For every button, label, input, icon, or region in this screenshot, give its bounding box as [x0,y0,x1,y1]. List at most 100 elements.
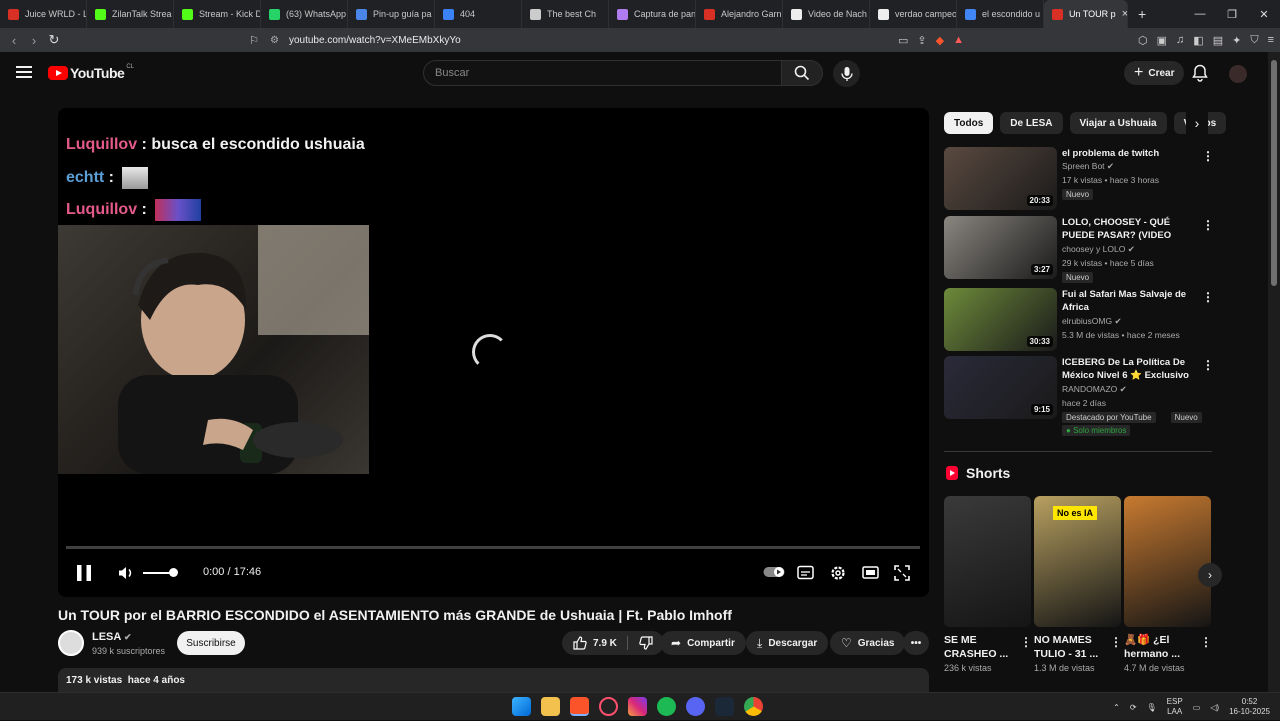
music-icon[interactable]: ♫ [1176,34,1184,46]
more-vert-icon[interactable]: ⋮ [1202,149,1214,163]
pause-button[interactable] [76,564,92,582]
new-tab-icon[interactable]: + [1128,6,1156,22]
browser-tab[interactable]: The best Ch [522,0,609,28]
wallet-icon[interactable]: ▤ [1213,34,1223,47]
search-input[interactable]: Buscar [423,60,782,86]
brave-shield-icon[interactable]: ◆ [936,34,944,47]
more-vert-icon[interactable]: ⋮ [1110,635,1122,649]
more-vert-icon[interactable]: ⋮ [1202,290,1214,304]
fullscreen-button[interactable] [894,565,910,581]
settings-button[interactable] [830,565,846,581]
search-button[interactable] [781,60,823,86]
recommended-video[interactable]: 30:33 Fui al Safari Mas Salvaje de Africa… [944,288,1214,352]
chrome-icon[interactable] [744,697,763,716]
guide-menu-icon[interactable] [16,66,32,81]
video-thumbnail[interactable]: 9:15 [944,356,1057,419]
brave-browser-icon[interactable] [570,697,589,716]
browser-tab[interactable]: (63) WhatsApp [261,0,348,28]
download-button[interactable]: ⤓ Descargar [746,631,829,655]
browser-tab[interactable]: Video de Nach [783,0,870,28]
filter-chip[interactable]: Todos [944,112,994,134]
steam-icon[interactable] [715,697,734,716]
restore-button[interactable]: ❐ [1216,0,1248,28]
theater-mode-button[interactable] [862,566,879,579]
url-field[interactable]: ⚙ youtube.com/watch?v=XMeEMbXkyYo [270,28,900,52]
recommended-video[interactable]: 9:15 ICEBERG De La Política De México Niv… [944,356,1214,436]
browser-tab[interactable]: Un TOUR p × [1044,0,1128,28]
spotify-icon[interactable] [657,697,676,716]
filter-chip[interactable]: Viajar a Ushuaia [1069,112,1167,134]
video-thumbnail[interactable]: 3:27 [944,216,1057,279]
extensions-icon[interactable]: ⬡ [1138,34,1148,47]
sidebar-icon[interactable]: ◧ [1193,34,1203,47]
browser-tab[interactable]: ZilanTalk Strea [87,0,174,28]
instagram-icon[interactable] [628,697,647,716]
browser-tab[interactable]: Pin-up guía pa [348,0,435,28]
more-vert-icon[interactable]: ⋮ [1202,358,1214,372]
more-actions-button[interactable]: ••• [903,631,929,655]
menu-icon[interactable]: ≡ [1268,34,1274,46]
mute-button[interactable] [118,565,134,581]
thanks-button[interactable]: ♡ Gracias [830,631,906,655]
microphone-tray-icon[interactable]: 🎙 [1147,703,1157,712]
channel-avatar[interactable] [58,630,84,656]
shorts-next-chevron-icon[interactable]: › [1198,563,1222,587]
short-item[interactable]: SE ME CRASHEO ... 236 k vistas ⋮ [944,496,1032,673]
more-vert-icon[interactable]: ⋮ [1200,635,1212,649]
close-window-button[interactable]: ✕ [1248,0,1280,28]
browser-tab[interactable]: Stream - Kick D [174,0,261,28]
input-language[interactable]: ESP LAA [1167,697,1183,717]
opera-gx-icon[interactable] [599,697,618,716]
leo-ai-icon[interactable]: ✦ [1232,34,1241,47]
video-player[interactable]: Luquillov : busca el escondido ushuaia e… [58,108,929,597]
brave-rewards-icon[interactable]: ▲ [953,34,964,46]
video-thumbnail[interactable]: 20:33 [944,147,1057,210]
tray-app-icon[interactable]: ⟳ [1130,703,1137,712]
video-progress-bar[interactable] [66,546,920,549]
browser-tab[interactable]: Captura de pan [609,0,696,28]
more-vert-icon[interactable]: ⋮ [1020,635,1032,649]
subscribe-button[interactable]: Suscribirse [177,631,245,655]
short-thumbnail[interactable] [1124,496,1211,627]
account-avatar[interactable] [1229,65,1247,83]
minimize-button[interactable]: — [1184,0,1216,28]
share-button[interactable]: ➦ Compartir [660,631,746,655]
share-page-icon[interactable]: ⇪ [917,34,926,47]
channel-name[interactable]: LESA ✔ [92,631,132,643]
reload-icon[interactable]: ↻ [44,32,64,48]
create-button[interactable]: + Crear [1124,61,1185,85]
network-icon[interactable]: ▭ [1193,703,1201,712]
file-explorer-icon[interactable] [541,697,560,716]
windows-start-icon[interactable] [512,697,531,716]
site-info-icon[interactable]: ⚙ [270,35,279,46]
clock[interactable]: 0:52 16-10-2025 [1229,697,1270,717]
recommended-video[interactable]: 20:33 el problema de twitch Spreen Bot ✔ 17… [944,147,1214,211]
browser-tab[interactable]: 404 [435,0,522,28]
recommended-video[interactable]: 3:27 LOLO, CHOOSEY - QUÉ PUEDE PASAR? (VI… [944,216,1214,283]
autoplay-toggle[interactable] [763,566,785,578]
youtube-logo[interactable]: YouTube CL [48,64,134,81]
browser-tab[interactable]: Alejandro Garn [696,0,783,28]
filter-chip[interactable]: De LESA [1000,112,1063,134]
description-box[interactable]: 173 k vistas hace 4 años [58,668,929,692]
short-item[interactable]: 🧸🎁 ¿El hermano ... 4.7 M de vistas ⋮ [1124,496,1212,673]
forward-icon[interactable]: › [24,33,44,48]
notifications-bell-icon[interactable] [1192,64,1208,87]
video-thumbnail[interactable]: 30:33 [944,288,1057,351]
scrollbar-thumb[interactable] [1271,60,1277,286]
chips-next-chevron-icon[interactable]: › [1186,112,1208,134]
bookmark-icon[interactable]: ⚐ [244,34,264,47]
voice-search-button[interactable] [833,60,860,87]
browser-tab[interactable]: el escondido u [957,0,1044,28]
screenshot-icon[interactable]: ▣ [1157,34,1167,47]
speaker-icon[interactable]: ◁) [1210,703,1219,712]
short-item[interactable]: No es IA NO MAMES TULIO - 31 ... 1.3 M de … [1034,496,1122,673]
cast-icon[interactable]: ▭ [898,34,908,47]
discord-icon[interactable] [686,697,705,716]
browser-tab[interactable]: verdao campeo [870,0,957,28]
back-icon[interactable]: ‹ [4,33,24,48]
short-thumbnail[interactable] [944,496,1031,627]
page-scrollbar[interactable] [1268,52,1280,692]
vpn-icon[interactable]: ⛉ [1250,34,1258,47]
tray-overflow-chevron-icon[interactable]: ⌃ [1113,703,1120,712]
